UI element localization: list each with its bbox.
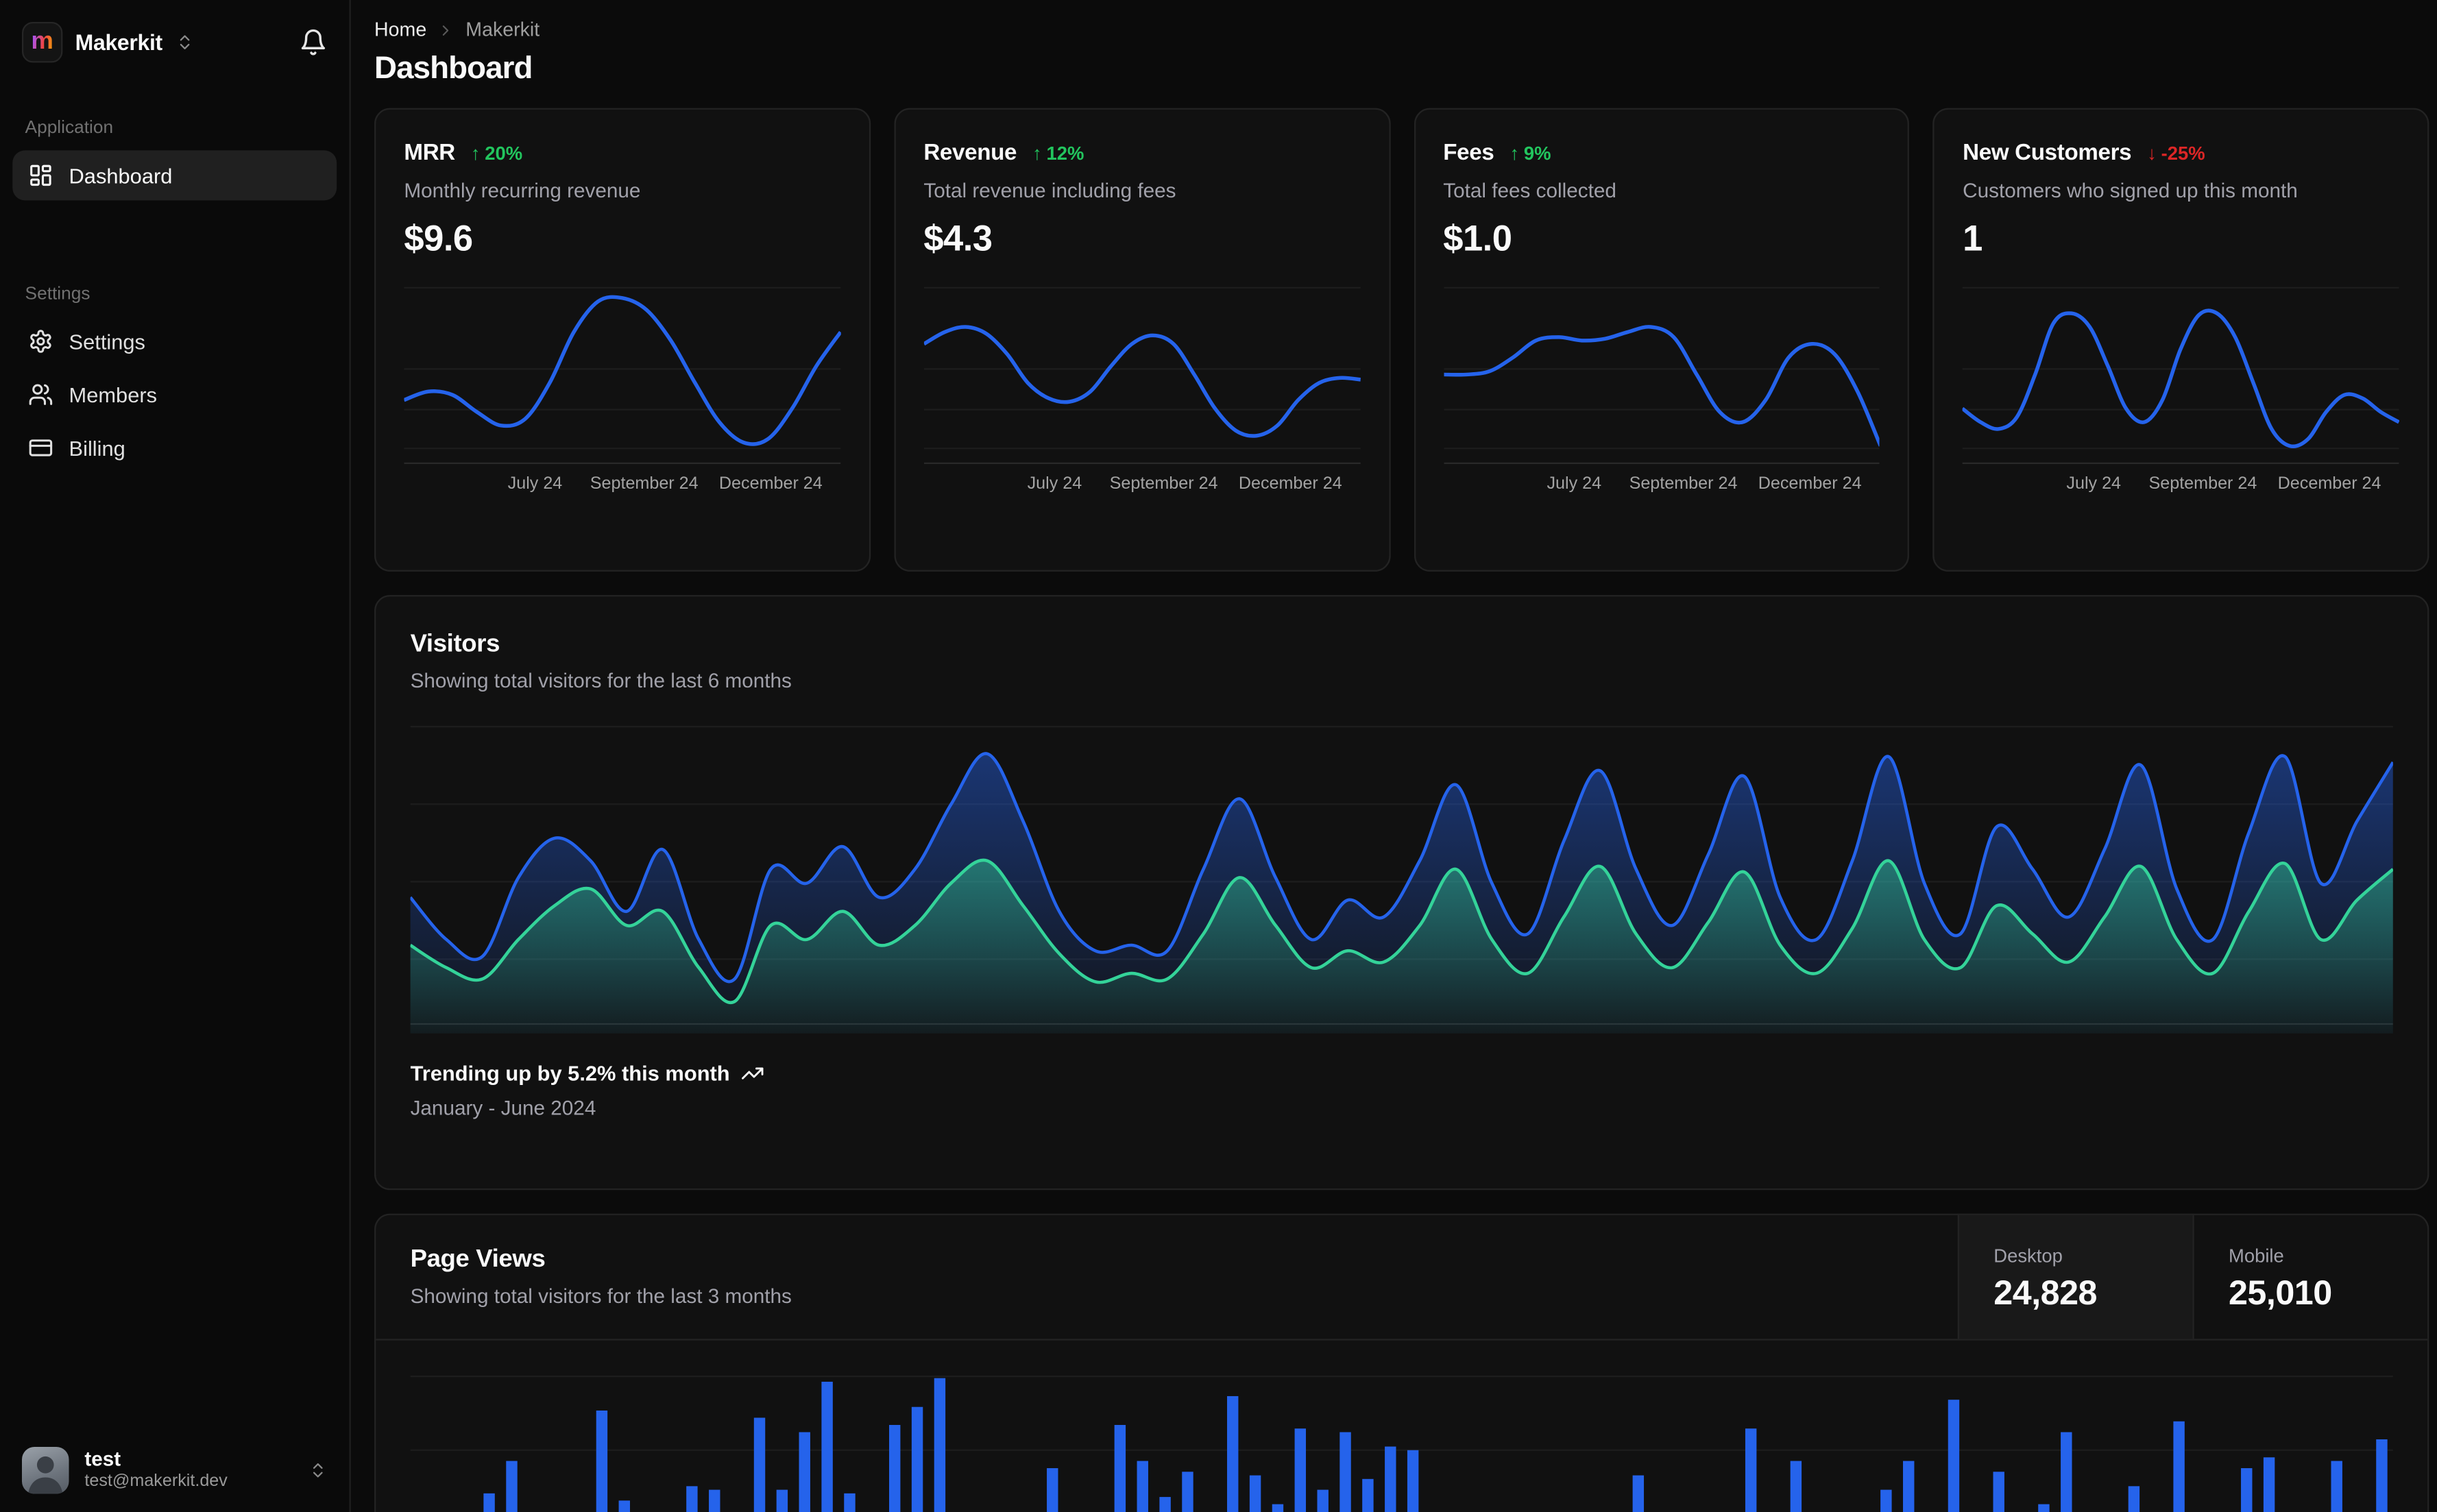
billing-icon xyxy=(29,439,53,456)
page-views-title: Page Views xyxy=(410,1246,546,1273)
stat-card-mrr: MRR ↑ 20% Monthly recurring revenue $9.6… xyxy=(374,108,871,572)
arrow-up-icon: ↑ xyxy=(1032,142,1042,164)
sidebar-item-settings[interactable]: Settings xyxy=(12,316,337,366)
visitors-trend: Trending up by 5.2% this month xyxy=(411,1062,2393,1085)
sidebar-item-members[interactable]: Members xyxy=(12,369,337,419)
trend-badge: ↑ 12% xyxy=(1032,142,1084,164)
workspace-name: Makerkit xyxy=(75,29,163,55)
fees-sparkline-chart xyxy=(1443,280,1880,465)
visitors-date-range: January - June 2024 xyxy=(410,1096,596,1120)
sidebar-item-billing[interactable]: Billing xyxy=(12,423,337,473)
page-views-subtitle: Showing total visitors for the last 3 mo… xyxy=(410,1284,792,1308)
visitors-subtitle: Showing total visitors for the last 6 mo… xyxy=(410,668,792,692)
stat-title: Revenue xyxy=(923,141,1017,167)
mrr-sparkline-chart xyxy=(404,280,840,465)
dashboard-icon xyxy=(30,164,51,186)
trending-up-icon xyxy=(742,1067,764,1080)
page-views-bar-chart xyxy=(411,1353,2393,1512)
user-avatar-image xyxy=(28,1456,63,1494)
nav-section-application: Application xyxy=(25,119,114,138)
visitors-card: Visitors Showing total visitors for the … xyxy=(374,595,2429,1191)
sidebar-item-label: Members xyxy=(69,382,158,406)
sidebar-item-label: Settings xyxy=(69,329,145,354)
new-customers-sparkline-chart xyxy=(1963,280,2399,465)
user-email: test@makerkit.dev xyxy=(84,1472,228,1491)
toggle-mobile[interactable]: Mobile 25,010 xyxy=(2192,1215,2427,1339)
stat-value: $1.0 xyxy=(1443,217,1512,258)
x-axis-labels: July 24 September 24 December 24 xyxy=(2066,474,2381,493)
main-content: Home Makerkit Dashboard MRR ↑ 20% Monthl… xyxy=(351,0,2437,1512)
arrow-up-icon: ↑ xyxy=(470,142,481,164)
stat-subtitle: Total revenue including fees xyxy=(923,178,1176,202)
breadcrumb-current: Makerkit xyxy=(465,19,540,41)
app-root: m Makerkit Application Dashboard Setting… xyxy=(0,0,2437,1512)
sidebar-item-label: Dashboard xyxy=(69,163,173,188)
chevrons-up-down-icon xyxy=(313,1463,323,1478)
stat-card-revenue: Revenue ↑ 12% Total revenue including fe… xyxy=(893,108,1390,572)
sidebar-item-dashboard[interactable]: Dashboard xyxy=(12,150,337,201)
arrow-up-icon: ↑ xyxy=(1510,142,1520,164)
user-meta: test test@makerkit.dev xyxy=(84,1447,227,1494)
nav-section-settings: Settings xyxy=(25,284,90,304)
arrow-down-icon: ↓ xyxy=(2147,142,2157,164)
stat-subtitle: Customers who signed up this month xyxy=(1963,178,2298,202)
page-views-header: Page Views Showing total visitors for th… xyxy=(376,1215,2428,1341)
stat-card-new-customers: New Customers ↓ -25% Customers who signe… xyxy=(1932,108,2429,572)
page-title: Dashboard xyxy=(374,51,533,86)
stat-card-fees: Fees ↑ 9% Total fees collected $1.0 July… xyxy=(1413,108,1910,572)
visitors-area-chart xyxy=(410,717,2393,1034)
page-views-card: Page Views Showing total visitors for th… xyxy=(374,1213,2429,1512)
user-avatar xyxy=(21,1446,69,1494)
x-axis-labels: July 24 September 24 December 24 xyxy=(1027,474,1342,493)
x-axis-labels: July 24 September 24 December 24 xyxy=(1547,474,1862,493)
user-menu[interactable]: test test@makerkit.dev xyxy=(0,1428,349,1512)
stat-value: 1 xyxy=(1963,217,1983,258)
stat-title: Fees xyxy=(1443,141,1494,167)
user-name: test xyxy=(84,1446,121,1471)
sidebar-item-label: Billing xyxy=(69,436,125,460)
x-axis-labels: July 24 September 24 December 24 xyxy=(507,474,823,493)
stat-value: $9.6 xyxy=(404,217,473,258)
makerkit-logo: m xyxy=(21,21,63,63)
members-icon xyxy=(29,384,53,405)
bell-icon[interactable] xyxy=(299,28,327,56)
sidebar: m Makerkit Application Dashboard Setting… xyxy=(0,0,351,1512)
stat-title: New Customers xyxy=(1963,141,2132,167)
chevrons-up-down-icon xyxy=(180,35,189,49)
breadcrumb-home-link[interactable]: Home xyxy=(374,19,426,40)
stat-subtitle: Monthly recurring revenue xyxy=(404,178,641,202)
trend-badge: ↓ -25% xyxy=(2147,142,2205,164)
trend-badge: ↑ 9% xyxy=(1510,142,1551,164)
breadcrumb: Home Makerkit xyxy=(374,19,2429,40)
stat-cards-row: MRR ↑ 20% Monthly recurring revenue $9.6… xyxy=(374,108,2429,572)
stat-subtitle: Total fees collected xyxy=(1443,178,1616,202)
stat-value: $4.3 xyxy=(923,217,993,258)
settings-icon xyxy=(30,330,51,353)
visitors-title: Visitors xyxy=(410,631,500,658)
trend-badge: ↑ 20% xyxy=(470,142,523,164)
toggle-desktop[interactable]: Desktop 24,828 xyxy=(1957,1215,2193,1339)
workspace-switcher[interactable]: m Makerkit xyxy=(0,0,349,78)
chevron-right-icon xyxy=(443,25,449,35)
revenue-sparkline-chart xyxy=(923,280,1360,465)
stat-title: MRR xyxy=(404,141,455,167)
